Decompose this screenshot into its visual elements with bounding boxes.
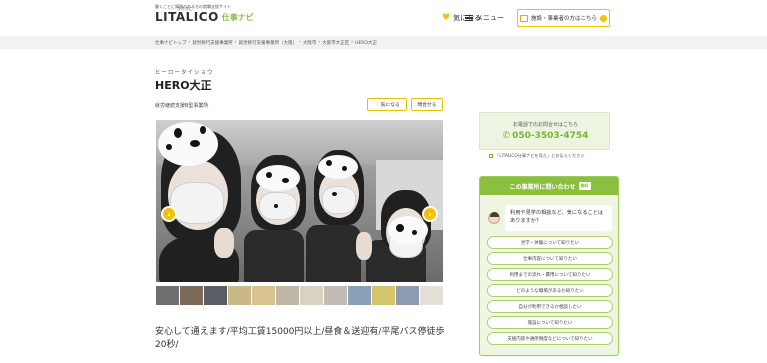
- inquiry-option-button[interactable]: 利用までの流れ・費用について知りたい: [487, 268, 613, 281]
- site-header: 働くことに障害のある方の就職支援サイト LITALICO りたりこ 仕事ナビ ♥…: [0, 0, 767, 36]
- page-title: HERO大正: [155, 79, 212, 92]
- phone-note-text: 「LITALICO仕事ナビを見た」とお伝えください: [495, 153, 585, 158]
- breadcrumb-separator: ›: [318, 40, 321, 45]
- logo-ruby: りたりこ: [177, 6, 193, 11]
- logo-text: LITALICO: [155, 10, 219, 24]
- thumbnail[interactable]: [228, 286, 251, 305]
- heart-outline-icon: ♡: [374, 101, 380, 108]
- facility-photo: ‹ ›: [156, 120, 443, 282]
- check-icon: [489, 154, 493, 158]
- breadcrumb-separator: ›: [351, 40, 354, 45]
- inquiry-title: この事業所に問い合わせ: [509, 183, 576, 191]
- thumbnail[interactable]: [300, 286, 323, 305]
- thumbnail[interactable]: [180, 286, 203, 305]
- header-menu-button[interactable]: メニュー: [465, 13, 504, 23]
- thumbnail[interactable]: [156, 286, 179, 305]
- phone-icon: ✆: [502, 131, 511, 141]
- free-badge: 無料: [578, 182, 591, 190]
- phone-number-link[interactable]: ✆ 050-3503-4754: [480, 131, 611, 141]
- inquiry-option-button[interactable]: 支援内容や通所頻度などについて知りたい: [487, 332, 613, 345]
- carousel-next-button[interactable]: ›: [422, 206, 438, 222]
- inquiry-panel: この事業所に問い合わせ 無料 利用や見学の相談など、気になることはありますか？ …: [479, 176, 619, 356]
- breadcrumb-separator: ›: [299, 40, 301, 45]
- thumbnail[interactable]: [204, 286, 227, 305]
- thumbnail[interactable]: [324, 286, 347, 305]
- thumbnail[interactable]: [252, 286, 275, 305]
- favorite-button-label: 気になる: [380, 103, 400, 108]
- header-menu-label: メニュー: [476, 14, 504, 22]
- inquiry-option-button[interactable]: 仕事内容について知りたい: [487, 252, 613, 265]
- breadcrumb-item[interactable]: 就労移行支援事業所（大阪）: [239, 40, 298, 46]
- carousel-prev-button[interactable]: ‹: [161, 206, 177, 222]
- breadcrumb-current: HERO大正: [355, 41, 377, 46]
- inquiry-option-button[interactable]: 見学・体験について知りたい: [487, 236, 613, 249]
- breadcrumb-bar: [0, 36, 767, 49]
- photo-thumbnails: [156, 286, 443, 305]
- document-icon: [519, 14, 528, 22]
- phone-caption: お電話でのお問合せはこちら: [512, 122, 578, 128]
- breadcrumb-item[interactable]: 就労移行支援事業所: [192, 40, 233, 46]
- thumbnail[interactable]: [396, 286, 419, 305]
- site-logo[interactable]: LITALICO りたりこ 仕事ナビ: [155, 6, 254, 24]
- heart-icon: ♥: [442, 12, 451, 23]
- phone-contact-box: お電話でのお問合せはこちら ✆ 050-3503-4754: [479, 112, 610, 150]
- logo-sub: 仕事ナビ: [221, 13, 254, 22]
- favorite-button[interactable]: ♡ 気になる: [367, 98, 407, 111]
- thumbnail[interactable]: [372, 286, 395, 305]
- facility-category: 就労継続支援B型事業所: [155, 103, 209, 109]
- breadcrumb-separator: ›: [188, 40, 191, 45]
- inquiry-header: この事業所に問い合わせ 無料: [480, 177, 618, 195]
- inquiry-option-button[interactable]: どのような職場があるか知りたい: [487, 284, 613, 297]
- thumbnail[interactable]: [348, 286, 371, 305]
- business-link-button[interactable]: 施設・事業者の方はこちら ›: [517, 9, 610, 27]
- phone-note: 「LITALICO仕事ナビを見た」とお伝えください: [489, 153, 585, 159]
- facility-kana: ヒーロータイショウ: [155, 70, 214, 76]
- breadcrumb-separator: ›: [234, 40, 237, 45]
- thumbnail[interactable]: [420, 286, 443, 305]
- arrow-right-icon: ›: [600, 14, 607, 22]
- inquiry-option-button[interactable]: 施設について知りたい: [487, 316, 613, 329]
- inquire-button-label: 問合せる: [417, 103, 437, 108]
- inquiry-question: 利用や見学の相談など、気になることはありますか？: [505, 205, 612, 231]
- catch-copy: 安心して通えます/平均工賃15000円以上/昼食＆送迎有/平尾バス停徒歩20秒/: [155, 327, 445, 350]
- inquiry-option-button[interactable]: 自分が利用できるか相談したい: [487, 300, 613, 313]
- hamburger-icon: [465, 14, 473, 22]
- thumbnail[interactable]: [276, 286, 299, 305]
- breadcrumb-item[interactable]: 大阪市: [303, 40, 317, 46]
- breadcrumb-item[interactable]: 仕事ナビトップ: [155, 40, 187, 46]
- staff-avatar: [488, 212, 500, 224]
- breadcrumb: 仕事ナビトップ › 就労移行支援事業所 › 就労移行支援事業所（大阪） › 大阪市 › …: [155, 40, 377, 46]
- inquire-button[interactable]: 問合せる: [411, 98, 443, 111]
- business-link-label: 施設・事業者の方はこちら: [530, 16, 597, 22]
- phone-number: 050-3503-4754: [512, 131, 589, 141]
- breadcrumb-item[interactable]: 大阪市大正区: [322, 40, 349, 46]
